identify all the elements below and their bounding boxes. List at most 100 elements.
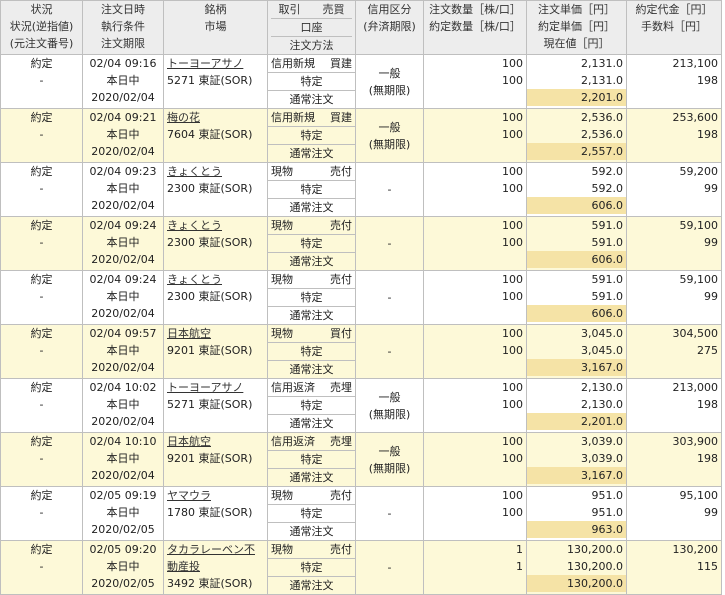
status-cell: 約定 - xyxy=(0,108,83,163)
header-datetime: 注文日時 執行条件 注文期限 xyxy=(82,0,164,55)
fill-price: 591.0 xyxy=(591,290,624,303)
status-text: 約定 xyxy=(30,327,53,340)
order-method: 通常注文 xyxy=(289,201,334,214)
amount-cell: 213,100 198 xyxy=(626,54,722,109)
current-price: 606.0 xyxy=(527,197,626,214)
filled-amount: 59,100 xyxy=(679,219,719,232)
order-datetime: 02/04 10:10 xyxy=(89,435,157,448)
table-row: 約定 - 02/04 10:10 本日中 2020/02/04 日本航空 920… xyxy=(0,432,722,487)
amount-cell: 59,100 99 xyxy=(626,270,722,325)
credit-cell: - xyxy=(355,162,424,217)
filled-amount: 304,500 xyxy=(672,327,719,340)
symbol-name-part[interactable]: 動産投 xyxy=(167,558,264,575)
symbol-name-link[interactable]: きょくとう xyxy=(167,272,264,289)
datetime-cell: 02/04 09:24 本日中 2020/02/04 xyxy=(82,216,164,271)
order-qty: 100 xyxy=(502,489,523,502)
symbol-code: 2300 東証(SOR) xyxy=(167,290,253,303)
filled-qty: 100 xyxy=(502,506,523,519)
filled-amount: 59,100 xyxy=(679,273,719,286)
filled-amount: 253,600 xyxy=(672,111,719,124)
header-credit-line: 信用区分 xyxy=(367,3,412,16)
exec-condition: 本日中 xyxy=(106,452,140,465)
credit-cell: - xyxy=(355,324,424,379)
symbol-name-link[interactable]: タカラレーベン不 動産投 xyxy=(167,542,264,576)
order-qty: 1 xyxy=(516,543,523,556)
header-status-line: 状況 xyxy=(30,3,53,16)
order-method: 通常注文 xyxy=(289,525,334,538)
trade-side: 売付 xyxy=(330,219,352,232)
credit-type: - xyxy=(387,561,392,574)
symbol-code: 9201 東証(SOR) xyxy=(167,344,253,357)
trade-type: 信用返済 xyxy=(271,381,315,394)
symbol-name-link[interactable]: ヤマウラ xyxy=(167,488,264,505)
credit-cell: - xyxy=(355,540,424,595)
current-price: 2,201.0 xyxy=(527,89,626,106)
table-row: 約定 - 02/04 09:16 本日中 2020/02/04 トーヨーアサノ … xyxy=(0,54,722,109)
symbol-cell: タカラレーベン不 動産投 3492 東証(SOR) xyxy=(163,540,268,595)
symbol-name-link[interactable]: トーヨーアサノ xyxy=(167,380,264,397)
order-price: 130,200.0 xyxy=(567,543,623,556)
order-price: 592.0 xyxy=(591,165,624,178)
status-text: 約定 xyxy=(30,111,53,124)
order-qty: 100 xyxy=(502,327,523,340)
status-sub: - xyxy=(39,290,44,303)
order-limit: 2020/02/05 xyxy=(91,523,155,536)
header-qty: 注文数量［株/口］ 約定数量［株/口］ xyxy=(423,0,527,55)
order-method: 通常注文 xyxy=(289,579,334,592)
symbol-name-link[interactable]: 梅の花 xyxy=(167,110,264,127)
datetime-cell: 02/04 09:16 本日中 2020/02/04 xyxy=(82,54,164,109)
symbol-code: 5271 東証(SOR) xyxy=(167,74,253,87)
order-datetime: 02/05 09:19 xyxy=(89,489,157,502)
trade-type: 信用新規 xyxy=(271,57,315,70)
fill-price: 591.0 xyxy=(591,236,624,249)
table-row: 約定 - 02/04 09:24 本日中 2020/02/04 きょくとう 23… xyxy=(0,216,722,271)
header-amount: 約定代金［円］ 手数料［円］ xyxy=(626,0,722,55)
header-trade-line: 取引 売買 xyxy=(271,2,352,19)
price-cell: 591.0 591.0 606.0 xyxy=(526,216,627,271)
symbol-name-link[interactable]: トーヨーアサノ xyxy=(167,56,264,73)
trade-type: 現物 xyxy=(271,489,293,502)
account-type: 特定 xyxy=(268,397,355,415)
credit-term: (無期限) xyxy=(368,461,411,475)
exec-condition: 本日中 xyxy=(106,290,140,303)
filled-qty: 100 xyxy=(502,398,523,411)
exec-condition: 本日中 xyxy=(106,398,140,411)
account-type: 特定 xyxy=(268,289,355,307)
qty-cell: 100 100 xyxy=(423,378,527,433)
credit-term: (無期限) xyxy=(368,407,411,421)
table-row: 約定 - 02/04 09:21 本日中 2020/02/04 梅の花 7604… xyxy=(0,108,722,163)
symbol-name-link[interactable]: 日本航空 xyxy=(167,326,264,343)
symbol-cell: 梅の花 7604 東証(SOR) xyxy=(163,108,268,163)
price-cell: 2,536.0 2,536.0 2,557.0 xyxy=(526,108,627,163)
qty-cell: 100 100 xyxy=(423,432,527,487)
order-datetime: 02/04 09:24 xyxy=(89,273,157,286)
symbol-name-link[interactable]: 日本航空 xyxy=(167,434,264,451)
current-price: 2,201.0 xyxy=(527,413,626,430)
price-cell: 130,200.0 130,200.0 130,200.0 xyxy=(526,540,627,595)
trade-cell: 現物 買付 特定 通常注文 xyxy=(267,324,356,379)
credit-type: 一般 xyxy=(378,444,401,458)
datetime-cell: 02/04 10:10 本日中 2020/02/04 xyxy=(82,432,164,487)
current-price: 130,200.0 xyxy=(527,575,626,592)
amount-cell: 95,100 99 xyxy=(626,486,722,541)
header-qty-line: 約定数量［株/口］ xyxy=(429,20,521,33)
status-cell: 約定 - xyxy=(0,216,83,271)
fee: 99 xyxy=(704,506,718,519)
credit-type: 一般 xyxy=(378,120,401,134)
symbol-code: 5271 東証(SOR) xyxy=(167,398,253,411)
symbol-name-link[interactable]: きょくとう xyxy=(167,218,264,235)
trade-type: 信用返済 xyxy=(271,435,315,448)
current-price: 606.0 xyxy=(527,251,626,268)
symbol-name-part[interactable]: タカラレーベン不 xyxy=(167,542,264,559)
order-datetime: 02/04 09:21 xyxy=(89,111,157,124)
fill-price: 592.0 xyxy=(591,182,624,195)
fill-price: 3,039.0 xyxy=(581,452,623,465)
status-text: 約定 xyxy=(30,435,53,448)
status-text: 約定 xyxy=(30,489,53,502)
symbol-name-link[interactable]: きょくとう xyxy=(167,164,264,181)
amount-cell: 59,100 99 xyxy=(626,216,722,271)
exec-condition: 本日中 xyxy=(106,74,140,87)
status-cell: 約定 - xyxy=(0,432,83,487)
order-limit: 2020/02/04 xyxy=(91,91,155,104)
symbol-code: 2300 東証(SOR) xyxy=(167,236,253,249)
